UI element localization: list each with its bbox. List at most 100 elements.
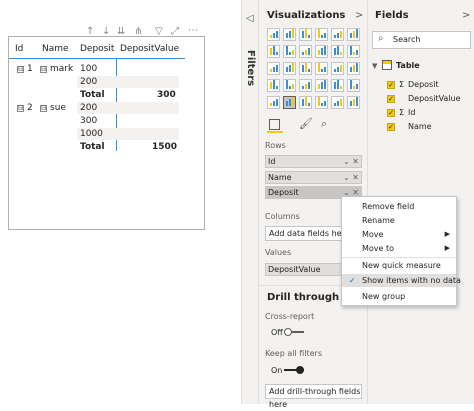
column-header-depositvalue[interactable]: DepositValue xyxy=(120,44,179,54)
collapse-fields-icon[interactable]: > xyxy=(462,10,470,21)
menu-item-move-to[interactable]: Move to ▶ xyxy=(342,242,456,255)
100-column-visual-icon[interactable] xyxy=(347,28,360,41)
column-header-id[interactable]: Id xyxy=(15,44,23,54)
collapse-icon[interactable]: ⊟ xyxy=(17,105,24,112)
stacked-column-visual-icon[interactable] xyxy=(283,28,296,41)
filled-map-visual-icon[interactable] xyxy=(267,79,280,92)
row-id: 2 xyxy=(27,103,33,113)
deposit-cell: 200 xyxy=(80,103,98,113)
header-divider xyxy=(9,58,185,59)
columns-label: Columns xyxy=(265,212,300,221)
clustered-bar-visual-icon[interactable] xyxy=(299,28,312,41)
matrix-visual[interactable]: Id Name Deposit DepositValue ⊟ 1 ⊟ mark … xyxy=(8,36,205,230)
field-checkbox[interactable]: ✓ xyxy=(387,123,395,131)
field-checkbox[interactable]: ✓ xyxy=(387,109,395,117)
field-menu-icon[interactable]: ⌄ ✕ xyxy=(343,156,359,167)
rows-field-name[interactable]: Name ⌄ ✕ xyxy=(265,171,362,184)
collapse-visualizations-icon[interactable]: > xyxy=(355,10,363,21)
donut-visual-icon[interactable] xyxy=(315,62,328,75)
python-visual-visual-icon[interactable] xyxy=(315,96,328,109)
row-name: sue xyxy=(50,103,66,113)
treemap-visual-icon[interactable] xyxy=(331,62,344,75)
drill-through-title: Drill through xyxy=(267,292,340,303)
total-label: Total xyxy=(80,142,105,152)
field-menu-icon[interactable]: ⌄ ✕ xyxy=(343,172,359,183)
deposit-cell: 1000 xyxy=(80,129,103,139)
funnel-visual-icon[interactable] xyxy=(267,62,280,75)
search-input[interactable]: Search xyxy=(372,31,471,49)
cross-report-toggle[interactable] xyxy=(284,328,304,336)
collapse-icon[interactable]: ⊟ xyxy=(40,66,47,73)
row-name: mark xyxy=(50,64,74,74)
deposit-cell: 300 xyxy=(80,116,98,126)
menu-separator xyxy=(342,257,456,258)
gauge-visual-icon[interactable] xyxy=(283,79,296,92)
table-visual-icon[interactable] xyxy=(267,96,280,109)
more-visual-icon[interactable] xyxy=(347,96,360,109)
field-item-name[interactable]: Name xyxy=(408,122,432,131)
keep-all-filters-toggle[interactable] xyxy=(284,366,304,374)
column-header-deposit[interactable]: Deposit xyxy=(80,44,114,54)
collapse-icon[interactable]: ⊟ xyxy=(40,105,47,112)
submenu-arrow-icon: ▶ xyxy=(444,244,450,252)
card-visual-icon[interactable] xyxy=(299,79,312,92)
more-options-icon[interactable]: ⋯ xyxy=(188,25,198,36)
collapse-icon[interactable]: ⊟ xyxy=(17,66,24,73)
map-visual-icon[interactable] xyxy=(347,62,360,75)
menu-item-new-group[interactable]: New group xyxy=(342,290,456,303)
menu-item-label: Show items with no data xyxy=(362,276,461,285)
menu-item-label: Move xyxy=(362,230,384,239)
analytics-magnifier-icon[interactable]: ⌕ xyxy=(321,117,327,131)
kpi-visual-icon[interactable] xyxy=(331,79,344,92)
filters-label[interactable]: Filters xyxy=(245,50,256,86)
column-header-name[interactable]: Name xyxy=(42,44,69,54)
slicer-visual-icon[interactable] xyxy=(347,79,360,92)
menu-item-rename[interactable]: Rename xyxy=(342,214,456,227)
search-icon: ⌕ xyxy=(378,33,384,44)
line-column-visual-icon[interactable] xyxy=(315,45,328,58)
clustered-column-visual-icon[interactable] xyxy=(315,28,328,41)
menu-item-label: Move to xyxy=(362,244,395,253)
field-item-deposit[interactable]: Deposit xyxy=(408,80,439,89)
drill-through-drop-zone[interactable]: Add drill-through fields here xyxy=(265,384,362,409)
waterfall-visual-icon[interactable] xyxy=(347,45,360,58)
row-id: 1 xyxy=(27,64,33,74)
stacked-area-visual-icon[interactable] xyxy=(299,45,312,58)
area-visual-icon[interactable] xyxy=(283,45,296,58)
format-paint-roller-icon[interactable]: 🖌 xyxy=(299,117,313,130)
sigma-icon: Σ xyxy=(399,108,405,117)
field-item-id[interactable]: Id xyxy=(408,108,415,117)
field-checkbox[interactable]: ✓ xyxy=(387,81,395,89)
tab-fields[interactable] xyxy=(267,119,283,133)
ribbon-visual-icon[interactable] xyxy=(331,45,344,58)
multi-row-card-visual-icon[interactable] xyxy=(315,79,328,92)
r-visual-visual-icon[interactable] xyxy=(299,96,312,109)
keep-filters-state: On xyxy=(271,366,283,375)
stacked-bar-visual-icon[interactable] xyxy=(267,28,280,41)
scatter-visual-icon[interactable] xyxy=(283,62,296,75)
visualizations-title: Visualizations xyxy=(267,10,346,21)
pie-visual-icon[interactable] xyxy=(299,62,312,75)
field-item-depositvalue[interactable]: DepositValue xyxy=(408,94,461,103)
menu-item-label: Rename xyxy=(362,216,395,225)
line-visual-icon[interactable] xyxy=(267,45,280,58)
menu-item-remove-field[interactable]: Remove field xyxy=(342,200,456,213)
table-icon xyxy=(382,60,392,70)
filters-pane[interactable]: ◁ Filters xyxy=(241,0,258,404)
chevron-down-icon[interactable]: ▼ xyxy=(372,62,377,70)
field-checkbox[interactable]: ✓ xyxy=(387,95,395,103)
menu-item-show-items-with-no-data[interactable]: ✓ Show items with no data xyxy=(342,274,461,287)
menu-item-new-quick-measure[interactable]: New quick measure xyxy=(342,259,456,272)
expand-filters-icon[interactable]: ◁ xyxy=(246,13,254,24)
menu-item-label: New group xyxy=(362,292,406,301)
rows-field-id[interactable]: Id ⌄ ✕ xyxy=(265,155,362,168)
menu-item-label: Remove field xyxy=(362,202,415,211)
rows-label: Rows xyxy=(265,141,286,150)
key-influencers-visual-icon[interactable] xyxy=(331,96,344,109)
matrix-visual-icon[interactable] xyxy=(283,96,296,109)
100-bar-visual-icon[interactable] xyxy=(331,28,344,41)
table-name[interactable]: Table xyxy=(396,61,420,70)
report-canvas: ↑ ↓ ⇊ ⋔ ▽ ⤢ ⋯ Id Name Deposit DepositVal… xyxy=(0,0,241,404)
field-context-menu: Remove field Rename Move ▶ Move to ▶ New q… xyxy=(341,196,461,306)
menu-item-move[interactable]: Move ▶ xyxy=(342,228,456,241)
